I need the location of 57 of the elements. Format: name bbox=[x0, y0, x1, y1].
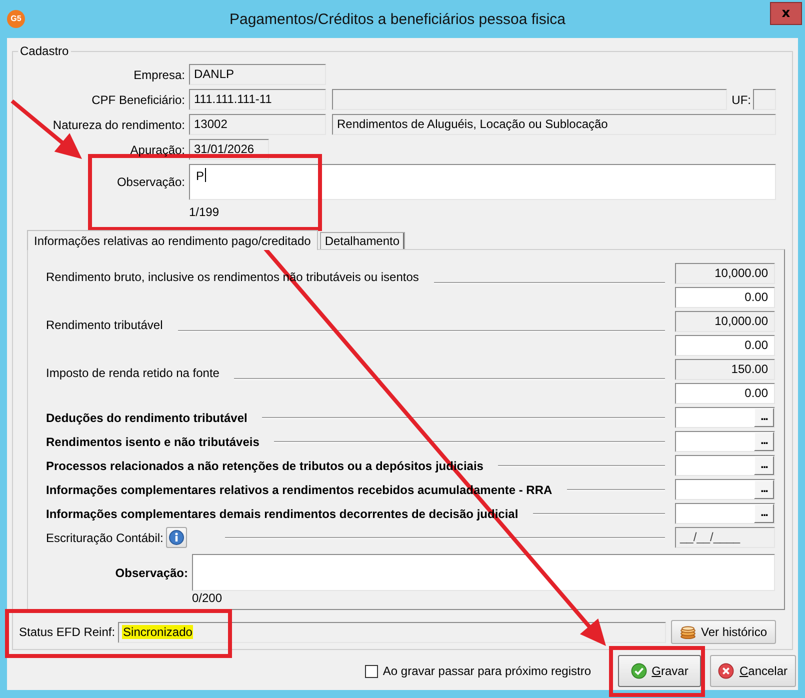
amount-input[interactable]: 0.00 bbox=[675, 383, 775, 404]
uf-field[interactable] bbox=[753, 89, 776, 110]
field-label: CPF Beneficiário: bbox=[90, 92, 185, 106]
ellipsis-button[interactable]: ... bbox=[754, 504, 774, 523]
coin-stack-icon bbox=[680, 626, 696, 638]
info-icon bbox=[169, 530, 184, 545]
check-circle-icon bbox=[630, 663, 647, 679]
tab[interactable]: Informações relativas ao rendimento pago/creditado bbox=[27, 230, 318, 250]
lookup-field[interactable]: ... bbox=[675, 407, 775, 428]
amount-input[interactable]: 0.00 bbox=[675, 287, 775, 308]
field-label: UF: bbox=[732, 92, 751, 106]
row-label: Rendimentos isento e não tributáveis bbox=[46, 434, 260, 448]
date-field[interactable]: __/__/____ bbox=[675, 527, 775, 548]
note-field[interactable] bbox=[192, 554, 775, 591]
ellipsis-button[interactable]: ... bbox=[754, 456, 774, 475]
row-label: Rendimento tributável bbox=[46, 318, 163, 332]
cancel-icon bbox=[718, 663, 734, 679]
app-logo: G5 bbox=[7, 10, 25, 28]
checkbox[interactable] bbox=[364, 664, 378, 678]
income-code-field[interactable]: 13002 bbox=[189, 114, 326, 135]
cpf-field[interactable]: 111.111.111-11 bbox=[189, 89, 326, 110]
close-button[interactable]: x bbox=[770, 2, 802, 25]
row-label: Imposto de renda retido na fonte bbox=[46, 366, 220, 380]
history-button[interactable]: Ver histórico bbox=[671, 620, 776, 644]
ellipsis-button[interactable]: ... bbox=[754, 408, 774, 427]
tab[interactable]: Detalhamento bbox=[320, 232, 405, 249]
ellipsis-button[interactable]: ... bbox=[754, 480, 774, 499]
note-field[interactable]: P bbox=[189, 164, 776, 200]
field-label: Observação: bbox=[116, 175, 185, 189]
amount-field[interactable]: 10,000.00 bbox=[675, 311, 775, 332]
amount-input[interactable]: 0.00 bbox=[675, 335, 775, 356]
window-title: Pagamentos/Créditos a beneficiários pessoa fisica bbox=[229, 10, 566, 28]
ellipsis-button[interactable]: ... bbox=[754, 432, 774, 451]
lookup-field[interactable]: ... bbox=[675, 455, 775, 476]
group-title: Cadastro bbox=[19, 44, 70, 58]
row-label: Escrituração Contábil: bbox=[46, 530, 164, 544]
lookup-field[interactable]: ... bbox=[675, 431, 775, 452]
info-button[interactable] bbox=[166, 527, 188, 548]
character-counter: 0/200 bbox=[192, 591, 222, 605]
income-description-field[interactable]: Rendimentos de Aluguéis, Locação ou Sublocação bbox=[332, 114, 776, 135]
status-value: Sincronizado bbox=[122, 624, 194, 638]
save-button[interactable]: Gravar bbox=[618, 655, 701, 687]
field-label: Empresa: bbox=[132, 68, 185, 82]
character-counter: 1/199 bbox=[189, 205, 220, 219]
field-label: Natureza do rendimento: bbox=[52, 118, 185, 132]
cancel-button[interactable]: Cancelar bbox=[710, 655, 796, 687]
field-label: Apuração: bbox=[129, 142, 185, 156]
amount-field[interactable]: 10,000.00 bbox=[675, 263, 775, 284]
amount-field[interactable]: 150.00 bbox=[675, 359, 775, 380]
row-label: Observação: bbox=[114, 566, 188, 580]
company-field[interactable]: DANLP bbox=[189, 64, 326, 85]
checkbox-label[interactable]: Ao gravar passar para próximo registro bbox=[382, 664, 591, 678]
lookup-field[interactable]: ... bbox=[675, 503, 775, 524]
beneficiary-name-field[interactable] bbox=[332, 89, 727, 110]
row-label: Deduções do rendimento tributável bbox=[46, 410, 248, 424]
lookup-field[interactable]: ... bbox=[675, 479, 775, 500]
status-label: Status EFD Reinf: bbox=[19, 625, 116, 639]
